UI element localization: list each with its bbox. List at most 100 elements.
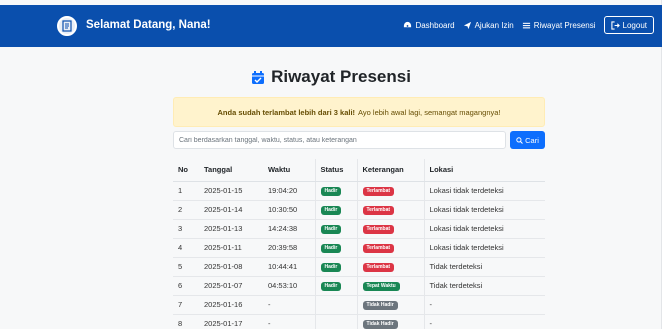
cell-tanggal: 2025-01-17 [199,314,263,329]
calendar-check-icon [252,70,265,84]
cell-status: Hadir [314,219,357,239]
cell-waktu: 19:04:20 [263,181,315,201]
alert-text: Ayo lebih awal lagi, semangat magangnya! [358,107,501,117]
cell-no: 8 [173,314,199,329]
cell-lokasi: Lokasi tidak terdeteksi [423,181,545,201]
status-badge: Hadir [320,244,342,253]
status-badge: Hadir [320,187,342,196]
cell-no: 2 [173,200,199,220]
logout-label: Logout [622,20,647,30]
cell-keterangan: Terlambat [356,257,424,277]
cell-lokasi: Lokasi tidak terdeteksi [423,238,545,258]
late-warning-alert: Anda sudah terlambat lebih dari 3 kali! … [173,97,545,127]
search-icon [516,136,523,144]
cell-waktu: 10:44:41 [263,257,315,277]
cell-status: Hadir [314,257,357,277]
cell-no: 4 [173,238,199,258]
cell-waktu: 20:39:58 [263,238,315,258]
nav-link-ajukan-izin[interactable]: Ajukan Izin [463,21,514,30]
cell-keterangan: Terlambat [356,181,424,201]
keterangan-badge: Terlambat [362,187,395,196]
cell-lokasi: - [423,295,545,315]
header-keterangan: Keterangan [356,159,424,182]
status-badge: Hadir [320,282,342,291]
search-button[interactable]: Cari [510,131,545,149]
cell-status [314,295,357,315]
table-row: 6 2025-01-07 04:53:10 Hadir Tepat Waktu Tidak… [173,276,545,296]
navbar-title: Selamat Datang, Nana! [86,19,211,31]
keterangan-badge: Terlambat [362,225,395,234]
cell-waktu: 14:24:38 [263,219,315,239]
table-row: 7 2025-01-16- Tidak Hadir - [173,295,545,315]
table-row: 4 2025-01-11 20:39:58 Hadir Terlambat Lokasi … [173,238,545,258]
keterangan-badge: Tidak Hadir [362,320,398,329]
cell-keterangan: Tidak Hadir [356,295,424,315]
cell-lokasi: Tidak terdeteksi [423,276,545,296]
keterangan-badge: Terlambat [362,206,395,215]
cell-status: Hadir [314,276,357,296]
cell-tanggal: 2025-01-14 [199,200,263,220]
header-waktu: Waktu [263,159,315,182]
table-row: 8 2025-01-17- Tidak Hadir - [173,314,545,329]
scroll-gutter [662,0,672,329]
table-row: 2 2025-01-14 10:30:50 Hadir Terlambat Lokasi … [173,200,545,220]
cell-tanggal: 2025-01-16 [199,295,263,315]
header-status: Status [314,159,357,182]
table-row: 5 2025-01-08 10:44:41 Hadir Terlambat Tidak t… [173,257,545,277]
cell-tanggal: 2025-01-13 [199,219,263,239]
cell-no: 6 [173,276,199,296]
alert-bold-text: Anda sudah terlambat lebih dari 3 kali! [217,107,356,117]
table-body: 1 2025-01-15 19:04:20 Hadir Terlambat Lokasi … [173,181,545,329]
cell-status: Hadir [314,181,357,201]
cell-tanggal: 2025-01-15 [199,181,263,201]
cell-lokasi: Lokasi tidak terdeteksi [423,200,545,220]
header-tanggal: Tanggal [199,159,263,182]
cell-tanggal: 2025-01-07 [199,276,263,296]
table-header-row: No Tanggal Waktu Status Keterangan Lokas… [173,159,545,182]
table-row: 3 2025-01-13 14:24:38 Hadir Terlambat Lokasi … [173,219,545,239]
header-no: No [173,159,199,182]
cell-tanggal: 2025-01-08 [199,257,263,277]
attendance-table: No Tanggal Waktu Status Keterangan Lokas… [173,159,545,329]
cell-lokasi: Lokasi tidak terdeteksi [423,219,545,239]
search-input[interactable] [173,131,506,149]
status-badge: Hadir [320,263,342,272]
nav-link-label: Ajukan Izin [474,20,514,30]
cell-no: 3 [173,219,199,239]
cell-tanggal: 2025-01-11 [199,238,263,258]
cell-no: 5 [173,257,199,277]
cell-waktu: 10:30:50 [263,200,315,220]
cell-no: 7 [173,295,199,315]
nav-links: Dashboard Ajukan Izin Riwayat Presensi L… [403,16,654,34]
status-badge: Hadir [320,206,342,215]
keterangan-badge: Terlambat [362,263,395,272]
send-icon [463,21,471,29]
cell-no: 1 [173,181,199,201]
cell-waktu: - [263,295,315,315]
nav-link-dashboard[interactable]: Dashboard [403,20,455,30]
keterangan-badge: Tidak Hadir [362,301,398,310]
nav-link-riwayat-presensi[interactable]: Riwayat Presensi [522,21,596,30]
title-row: Riwayat Presensi [0,67,662,87]
search-button-label: Cari [525,135,539,145]
keterangan-badge: Tepat Waktu [362,282,400,291]
cell-status: Hadir [314,200,357,220]
nav-link-label: Riwayat Presensi [533,20,596,30]
logout-icon [610,20,620,30]
cell-keterangan: Tepat Waktu [356,276,424,296]
navbar: Selamat Datang, Nana! Dashboard Ajukan I… [0,5,662,47]
keterangan-badge: Terlambat [362,244,395,253]
brand-logo-icon [57,16,77,36]
cell-status [314,314,357,329]
dashboard-icon [404,21,412,27]
header-lokasi: Lokasi [423,159,545,182]
cell-status: Hadir [314,238,357,258]
cell-lokasi: Tidak terdeteksi [423,257,545,277]
list-icon [522,22,530,28]
logout-button[interactable]: Logout [603,16,654,34]
table-row: 1 2025-01-15 19:04:20 Hadir Terlambat Lokasi … [173,181,545,201]
cell-keterangan: Terlambat [356,200,424,220]
cell-waktu: 04:53:10 [263,276,315,296]
cell-waktu: - [263,314,315,329]
nav-link-label: Dashboard [415,20,455,30]
